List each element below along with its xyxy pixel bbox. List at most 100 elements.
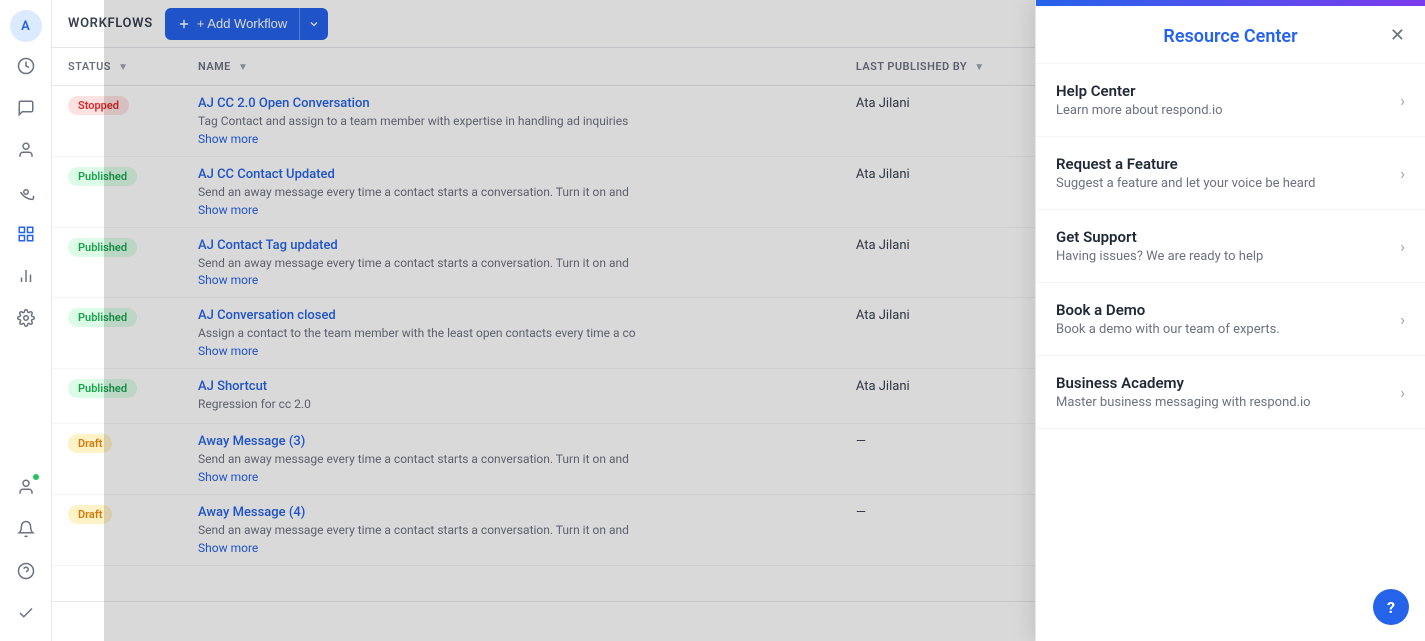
- col-status[interactable]: STATUS ▼: [52, 48, 182, 86]
- last-published-by-cell: —: [840, 494, 1065, 565]
- panel-close-button[interactable]: ✕: [1390, 26, 1405, 44]
- status-cell: Published: [52, 156, 182, 227]
- sidebar-item-verify[interactable]: [8, 595, 44, 631]
- col-name[interactable]: NAME ▼: [182, 48, 840, 86]
- show-more-link[interactable]: Show more: [198, 273, 824, 287]
- name-cell: AJ Shortcut Regression for cc 2.0: [182, 369, 840, 424]
- status-cell: Published: [52, 369, 182, 424]
- workflow-desc: Tag Contact and assign to a team member …: [198, 113, 824, 130]
- workflow-name-link[interactable]: Away Message (3): [198, 434, 305, 449]
- status-cell: Stopped: [52, 86, 182, 157]
- last-published-by-value: Ata Jilani: [856, 167, 910, 182]
- last-published-by-value: Ata Jilani: [856, 238, 910, 253]
- workflow-name-link[interactable]: AJ CC Contact Updated: [198, 167, 335, 182]
- workflow-name-link[interactable]: AJ Contact Tag updated: [198, 238, 338, 253]
- status-cell: Published: [52, 227, 182, 298]
- name-filter-icon[interactable]: ▼: [238, 62, 248, 73]
- status-filter-icon[interactable]: ▼: [118, 62, 128, 73]
- resource-item[interactable]: Request a Feature Suggest a feature and …: [1036, 137, 1425, 210]
- resource-item-title: Business Academy: [1056, 374, 1392, 392]
- sidebar-item-profile[interactable]: [8, 469, 44, 505]
- add-workflow-button[interactable]: + Add Workflow: [165, 8, 328, 40]
- name-cell: AJ CC Contact Updated Send an away messa…: [182, 156, 840, 227]
- show-more-link[interactable]: Show more: [198, 541, 824, 555]
- show-more-link[interactable]: Show more: [198, 132, 824, 146]
- resource-item-title: Help Center: [1056, 82, 1392, 100]
- resource-item[interactable]: Help Center Learn more about respond.io …: [1036, 64, 1425, 137]
- workflow-desc: Send an away message every time a contac…: [198, 184, 824, 201]
- name-cell: Away Message (4) Send an away message ev…: [182, 494, 840, 565]
- status-badge: Published: [68, 379, 137, 398]
- col-last-published-by[interactable]: LAST PUBLISHED BY ▼: [840, 48, 1065, 86]
- sidebar-item-broadcasts[interactable]: [8, 174, 44, 210]
- status-badge: Published: [68, 238, 137, 257]
- panel-header: Resource Center ✕: [1036, 6, 1425, 64]
- status-badge: Stopped: [68, 96, 129, 115]
- show-more-link[interactable]: Show more: [198, 344, 824, 358]
- resource-item-desc: Learn more about respond.io: [1056, 103, 1392, 118]
- sidebar-item-notifications[interactable]: [8, 511, 44, 547]
- resource-items-list: Help Center Learn more about respond.io …: [1036, 64, 1425, 641]
- workflow-name-link[interactable]: AJ Conversation closed: [198, 308, 336, 323]
- sidebar-item-contacts[interactable]: [8, 132, 44, 168]
- avatar[interactable]: A: [10, 10, 42, 42]
- resource-item-title: Get Support: [1056, 228, 1392, 246]
- show-more-link[interactable]: Show more: [198, 203, 824, 217]
- lpb-filter-icon[interactable]: ▼: [974, 62, 984, 73]
- resource-center-panel: Resource Center ✕ Help Center Learn more…: [1035, 0, 1425, 641]
- resource-item-title: Book a Demo: [1056, 301, 1392, 319]
- resource-item-content: Business Academy Master business messagi…: [1056, 374, 1392, 410]
- show-more-link[interactable]: Show more: [198, 470, 824, 484]
- workflow-name-link[interactable]: AJ Shortcut: [198, 379, 267, 394]
- status-cell: Draft: [52, 494, 182, 565]
- resource-item-desc: Book a demo with our team of experts.: [1056, 322, 1392, 337]
- resource-item-desc: Master business messaging with respond.i…: [1056, 395, 1392, 410]
- resource-item-content: Help Center Learn more about respond.io: [1056, 82, 1392, 118]
- resource-item-arrow: ›: [1400, 91, 1405, 110]
- name-cell: AJ Contact Tag updated Send an away mess…: [182, 227, 840, 298]
- workflow-desc: Send an away message every time a contac…: [198, 451, 824, 468]
- workflow-desc: Regression for cc 2.0: [198, 396, 824, 413]
- sidebar-item-dashboard[interactable]: [8, 48, 44, 84]
- workflow-desc: Send an away message every time a contac…: [198, 255, 824, 272]
- resource-item-arrow: ›: [1400, 383, 1405, 402]
- workflow-name-link[interactable]: Away Message (4): [198, 505, 305, 520]
- resource-item-desc: Suggest a feature and let your voice be …: [1056, 176, 1392, 191]
- status-badge: Published: [68, 308, 137, 327]
- sidebar: A: [0, 0, 52, 641]
- sidebar-item-help[interactable]: [8, 553, 44, 589]
- name-cell: AJ CC 2.0 Open Conversation Tag Contact …: [182, 86, 840, 157]
- workflow-desc: Assign a contact to the team member with…: [198, 325, 824, 342]
- last-published-by-cell: —: [840, 423, 1065, 494]
- workflow-name-link[interactable]: AJ CC 2.0 Open Conversation: [198, 96, 370, 111]
- panel-title: Resource Center: [1163, 26, 1297, 47]
- sidebar-item-messages[interactable]: [8, 90, 44, 126]
- status-badge: Draft: [68, 434, 112, 453]
- name-cell: Away Message (3) Send an away message ev…: [182, 423, 840, 494]
- resource-item[interactable]: Book a Demo Book a demo with our team of…: [1036, 283, 1425, 356]
- resource-item-content: Get Support Having issues? We are ready …: [1056, 228, 1392, 264]
- add-workflow-main[interactable]: + Add Workflow: [165, 8, 300, 40]
- status-badge: Published: [68, 167, 137, 186]
- last-published-by-cell: Ata Jilani: [840, 227, 1065, 298]
- last-published-by-cell: Ata Jilani: [840, 298, 1065, 369]
- last-published-by-value: —: [856, 505, 866, 520]
- add-workflow-label: + Add Workflow: [197, 16, 287, 31]
- col-name-label: NAME: [198, 60, 231, 73]
- last-published-by-cell: Ata Jilani: [840, 369, 1065, 424]
- last-published-by-value: —: [856, 434, 866, 449]
- sidebar-item-reports[interactable]: [8, 258, 44, 294]
- resource-item[interactable]: Business Academy Master business messagi…: [1036, 356, 1425, 429]
- status-cell: Published: [52, 298, 182, 369]
- resource-item[interactable]: Get Support Having issues? We are ready …: [1036, 210, 1425, 283]
- name-cell: AJ Conversation closed Assign a contact …: [182, 298, 840, 369]
- resource-item-arrow: ›: [1400, 164, 1405, 183]
- col-lpb-label: LAST PUBLISHED BY: [856, 60, 967, 73]
- help-button[interactable]: ?: [1373, 589, 1409, 625]
- sidebar-item-settings[interactable]: [8, 300, 44, 336]
- sidebar-item-workflows[interactable]: [8, 216, 44, 252]
- last-published-by-value: Ata Jilani: [856, 96, 910, 111]
- workflow-desc: Send an away message every time a contac…: [198, 522, 824, 539]
- add-workflow-dropdown-arrow[interactable]: [300, 8, 328, 40]
- col-status-label: STATUS: [68, 60, 111, 73]
